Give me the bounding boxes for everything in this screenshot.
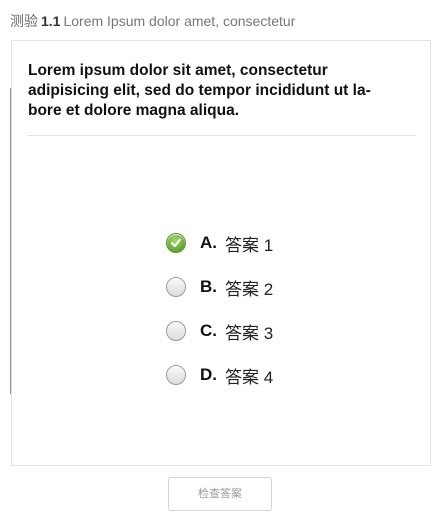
quiz-number: 1.1 (41, 13, 61, 29)
option-b[interactable]: B. 答案 2 (166, 265, 366, 309)
option-label: 答案 3 (225, 323, 274, 343)
quiz-page: 测验 1.1 Lorem Ipsum dolor amet, consectetur… (0, 0, 442, 525)
option-letter: C. (200, 321, 217, 340)
quiz-prefix: 测验 (10, 13, 38, 29)
radio-empty-icon[interactable] (166, 321, 186, 341)
question-text: Lorem ipsum dolor sit amet, consectetur … (28, 62, 371, 119)
radio-empty-icon[interactable] (166, 365, 186, 385)
option-a[interactable]: A. 答案 1 (166, 221, 366, 265)
option-c[interactable]: C. 答案 3 (166, 309, 366, 353)
option-label: 答案 4 (225, 367, 274, 387)
check-circle-icon[interactable] (166, 233, 186, 253)
quiz-header: 测验 1.1 Lorem Ipsum dolor amet, consectetur (10, 12, 295, 30)
answer-options: A. 答案 1 B. 答案 2 C. 答案 3 D. 答案 4 (166, 221, 366, 397)
radio-empty-icon[interactable] (166, 277, 186, 297)
question-divider (28, 135, 416, 136)
option-letter: D. (200, 365, 217, 384)
question-card: Lorem ipsum dolor sit amet, consectetur … (11, 40, 431, 466)
quiz-title: Lorem Ipsum dolor amet, consectetur (63, 13, 296, 29)
option-d[interactable]: D. 答案 4 (166, 353, 366, 397)
option-label: 答案 1 (225, 235, 274, 255)
check-answer-button[interactable]: 检查答案 (168, 477, 272, 511)
option-label: 答案 2 (225, 279, 274, 299)
option-letter: B. (200, 277, 217, 296)
option-letter: A. (200, 233, 217, 252)
